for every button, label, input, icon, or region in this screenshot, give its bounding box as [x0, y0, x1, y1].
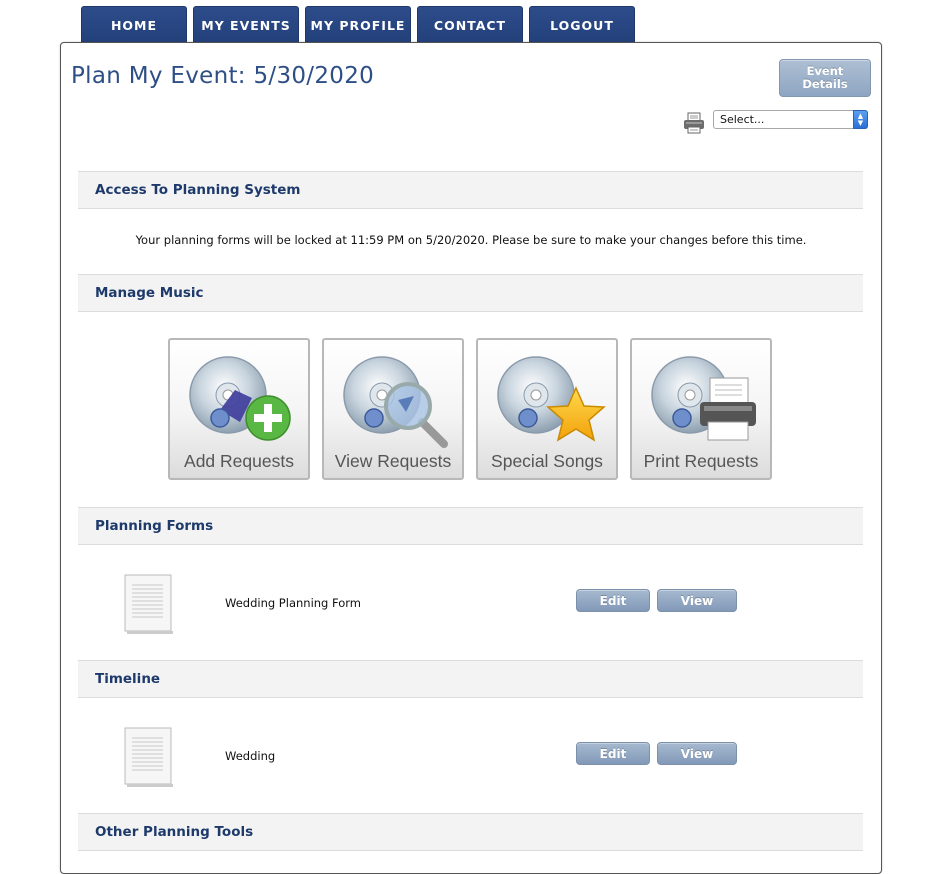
planning-form-edit-button[interactable]: Edit: [576, 589, 650, 612]
event-details-label: Event Details: [802, 64, 848, 91]
timeline-edit-button[interactable]: Edit: [576, 742, 650, 765]
section-title-other-tools: Other Planning Tools: [95, 824, 254, 840]
print-requests-label: Print Requests: [643, 451, 759, 471]
event-select[interactable]: Select... ▲ ▼: [713, 110, 868, 129]
cd-star-icon: [497, 356, 606, 442]
document-icon: [124, 574, 173, 634]
add-requests-label: Add Requests: [184, 451, 294, 471]
section-header-music: Manage Music: [78, 274, 863, 312]
nav-tab-home[interactable]: HOME: [81, 6, 187, 44]
timeline-view-button[interactable]: View: [657, 742, 737, 765]
nav-tab-contact[interactable]: CONTACT: [417, 6, 523, 44]
special-songs-label: Special Songs: [491, 451, 603, 471]
cd-printer-icon: [651, 356, 756, 441]
page-title: Plan My Event: 5/30/2020: [71, 63, 375, 89]
main-panel: Plan My Event: 5/30/2020 Event Details S…: [60, 42, 882, 874]
section-title-access: Access To Planning System: [95, 182, 301, 198]
nav-tab-my-profile[interactable]: MY PROFILE: [305, 6, 411, 44]
add-requests-button[interactable]: Add Requests: [168, 338, 310, 480]
nav-tab-my-events[interactable]: MY EVENTS: [193, 6, 299, 44]
section-title-music: Manage Music: [95, 285, 204, 301]
cd-add-icon: [189, 356, 291, 441]
section-title-planning-forms: Planning Forms: [95, 518, 214, 534]
cd-magnifier-icon: [343, 356, 448, 448]
section-header-other-tools: Other Planning Tools: [78, 813, 863, 851]
document-icon: [124, 727, 173, 787]
special-songs-button[interactable]: Special Songs: [476, 338, 618, 480]
section-header-timeline: Timeline: [78, 660, 863, 698]
printer-icon[interactable]: [683, 112, 705, 134]
event-details-button[interactable]: Event Details: [779, 59, 871, 97]
section-title-timeline: Timeline: [95, 671, 161, 687]
event-select-value: Select...: [720, 113, 765, 126]
print-requests-button[interactable]: Print Requests: [630, 338, 772, 480]
section-header-access: Access To Planning System: [78, 171, 863, 209]
timeline-name: Wedding: [225, 749, 276, 763]
nav-tab-logout[interactable]: LOGOUT: [529, 6, 635, 44]
planning-form-view-button[interactable]: View: [657, 589, 737, 612]
view-requests-button[interactable]: View Requests: [322, 338, 464, 480]
planning-form-name: Wedding Planning Form: [225, 596, 361, 610]
view-requests-label: View Requests: [334, 451, 452, 471]
section-header-planning-forms: Planning Forms: [78, 507, 863, 545]
lock-notice: Your planning forms will be locked at 11…: [135, 233, 807, 247]
main-nav: HOME MY EVENTS MY PROFILE CONTACT LOGOUT: [81, 6, 635, 44]
select-arrows-icon: ▲ ▼: [853, 110, 868, 129]
